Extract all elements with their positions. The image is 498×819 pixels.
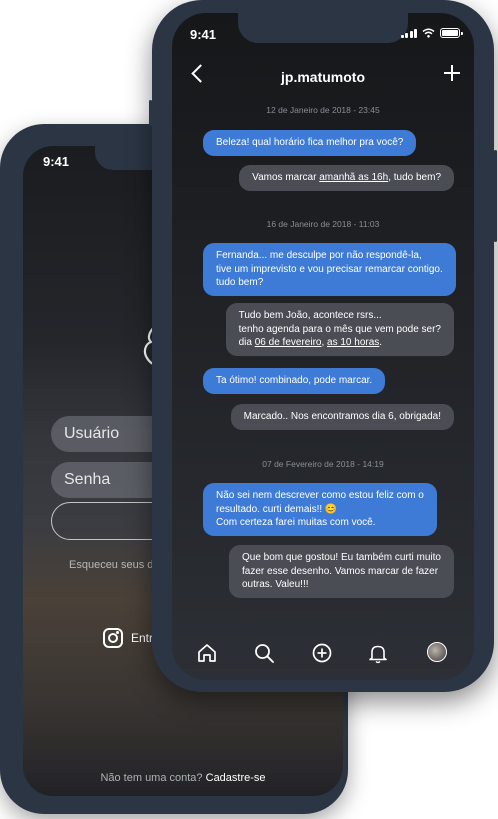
chat-title: jp.matumoto xyxy=(281,69,365,85)
message-sent: Ta ótimo! combinado, pode marcar. xyxy=(203,368,386,394)
message-received: Que bom que gostou! Eu também curti muit… xyxy=(229,545,454,598)
side-button xyxy=(494,150,497,242)
instagram-login-label: Entr xyxy=(131,631,154,645)
message-sent: Beleza! qual horário fica melhor pra voc… xyxy=(203,130,417,156)
date-separator: 16 de Janeiro de 2018 - 11:03 xyxy=(266,219,380,229)
date-separator: 07 de Fevereiro de 2018 - 14:19 xyxy=(262,459,384,469)
message-received: Marcado.. Nos encontramos dia 6, obrigad… xyxy=(230,404,454,430)
search-icon[interactable] xyxy=(253,642,275,664)
status-time: 9:41 xyxy=(43,154,70,169)
message-received: Tudo bem João, acontece rsrs... tenho ag… xyxy=(225,303,454,356)
notifications-bell-icon[interactable] xyxy=(367,642,389,664)
message-sent: Fernanda... me desculpe por não respondê… xyxy=(203,243,456,296)
home-icon[interactable] xyxy=(196,642,218,664)
chat-header: jp.matumoto xyxy=(172,63,474,91)
chat-phone: 9:41 jp.matumoto 12 de Janeiro de 2018 -… xyxy=(149,0,497,692)
notch xyxy=(238,13,408,43)
instagram-icon xyxy=(103,628,123,648)
side-button xyxy=(149,100,152,126)
date-separator: 12 de Janeiro de 2018 - 23:45 xyxy=(266,105,380,115)
wifi-icon xyxy=(422,28,435,38)
profile-avatar[interactable] xyxy=(427,642,447,662)
status-time: 9:41 xyxy=(190,27,217,42)
message-received: Vamos marcar amanhã as 16h, tudo bem? xyxy=(239,165,454,191)
signup-link[interactable]: Cadastre-se xyxy=(206,772,266,784)
signup-question: Não tem uma conta? xyxy=(100,772,203,784)
instagram-login-button[interactable]: Entr xyxy=(103,628,153,648)
add-post-icon[interactable] xyxy=(311,642,333,664)
message-sent: Não sei nem descrever como estou feliz c… xyxy=(203,483,437,536)
status-icons xyxy=(400,28,463,38)
forgot-password-link[interactable]: Esqueceu seus da xyxy=(69,559,160,571)
chat-screen: 9:41 jp.matumoto 12 de Janeiro de 2018 -… xyxy=(172,13,474,680)
battery-icon xyxy=(440,28,463,38)
signup-row: Não tem uma conta? Cadastre-se xyxy=(23,772,343,784)
new-message-icon[interactable] xyxy=(444,65,460,81)
tab-bar xyxy=(172,634,474,674)
signal-icon xyxy=(400,29,417,38)
